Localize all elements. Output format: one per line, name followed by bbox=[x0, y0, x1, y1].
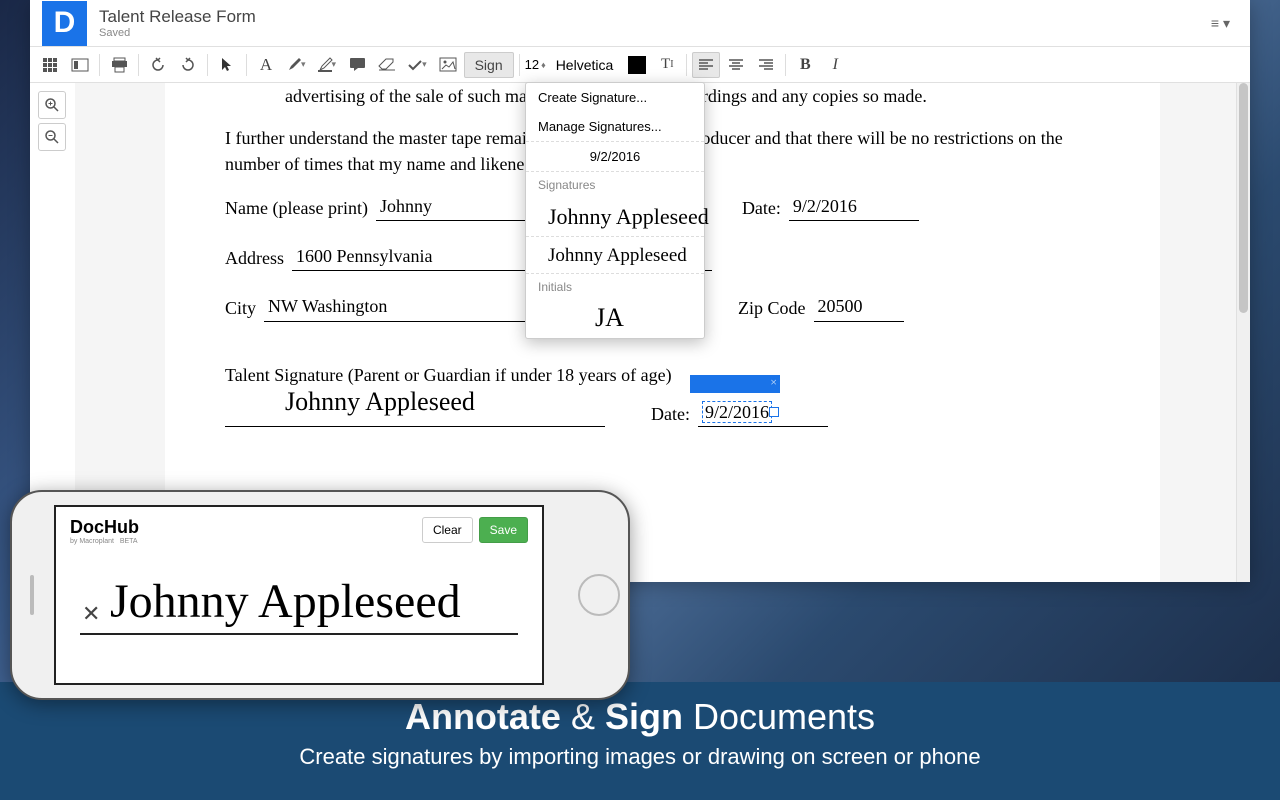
eraser-icon[interactable] bbox=[373, 52, 401, 78]
italic-icon[interactable]: I bbox=[821, 52, 849, 78]
vertical-scrollbar[interactable] bbox=[1236, 83, 1250, 582]
highlight-tool-icon[interactable] bbox=[313, 52, 342, 78]
print-icon[interactable] bbox=[105, 52, 133, 78]
signature-label: Talent Signature (Parent or Guardian if … bbox=[225, 362, 1100, 388]
pointer-icon[interactable] bbox=[213, 52, 241, 78]
separator bbox=[519, 54, 520, 76]
document-title[interactable]: Talent Release Form bbox=[99, 7, 1203, 27]
separator bbox=[246, 54, 247, 76]
checkmark-icon[interactable] bbox=[403, 52, 432, 78]
initials-option[interactable]: JA bbox=[526, 300, 704, 338]
bold-icon[interactable]: B bbox=[791, 52, 819, 78]
separator bbox=[785, 54, 786, 76]
signature-option-2[interactable]: Johnny Appleseed bbox=[526, 237, 704, 274]
banner-subtitle: Create signatures by importing images or… bbox=[0, 744, 1280, 770]
signature-x-mark: ✕ bbox=[82, 601, 100, 627]
banner-title: Annotate & Sign Documents bbox=[0, 696, 1280, 738]
phone-mockup: DocHub by Macroplant BETA Clear Save ✕ J… bbox=[10, 490, 630, 700]
separator bbox=[686, 54, 687, 76]
field-label: Address bbox=[225, 245, 284, 271]
text-tool-icon[interactable]: A bbox=[252, 52, 280, 78]
sign-button[interactable]: Sign bbox=[464, 52, 514, 78]
align-center-icon[interactable] bbox=[722, 52, 750, 78]
image-icon[interactable] bbox=[434, 52, 462, 78]
svg-text:Johnny Appleseed: Johnny Appleseed bbox=[285, 387, 475, 416]
text-style-icon[interactable]: TI bbox=[653, 52, 681, 78]
section-header: Initials bbox=[526, 274, 704, 300]
font-family-selector[interactable]: Helvetica bbox=[548, 57, 622, 73]
scroll-thumb[interactable] bbox=[1239, 83, 1248, 313]
home-button-icon[interactable] bbox=[578, 574, 620, 616]
grid-icon[interactable] bbox=[36, 52, 64, 78]
save-button[interactable]: Save bbox=[479, 517, 528, 543]
signature-pad[interactable]: ✕ Johnny Appleseed bbox=[70, 565, 528, 635]
date-field[interactable]: 9/2/2016 bbox=[789, 193, 919, 221]
field-label: City bbox=[225, 295, 256, 321]
app-logo[interactable]: D bbox=[42, 1, 87, 46]
sign-dropdown-menu: Create Signature... Manage Signatures...… bbox=[525, 82, 705, 339]
svg-text:JA: JA bbox=[595, 303, 624, 332]
date-input[interactable]: 9/2/2016 bbox=[702, 401, 772, 423]
comment-icon[interactable] bbox=[343, 52, 371, 78]
phone-screen: DocHub by Macroplant BETA Clear Save ✕ J… bbox=[54, 505, 544, 685]
manage-signatures-item[interactable]: Manage Signatures... bbox=[526, 112, 704, 141]
svg-text:Johnny Appleseed: Johnny Appleseed bbox=[548, 204, 709, 229]
draw-tool-icon[interactable] bbox=[282, 52, 311, 78]
signature-field[interactable]: Johnny Appleseed bbox=[225, 388, 605, 427]
resize-handle-icon[interactable] bbox=[769, 407, 779, 417]
title-area: Talent Release Form Saved bbox=[99, 7, 1203, 39]
align-right-icon[interactable] bbox=[752, 52, 780, 78]
clear-button[interactable]: Clear bbox=[422, 517, 473, 543]
zip-field[interactable]: 20500 bbox=[814, 293, 904, 321]
text-color-icon[interactable] bbox=[623, 52, 651, 78]
field-label: Name (please print) bbox=[225, 195, 368, 221]
zoom-out-icon[interactable] bbox=[38, 123, 66, 151]
field-label: Zip Code bbox=[738, 295, 806, 321]
zoom-in-icon[interactable] bbox=[38, 91, 66, 119]
create-signature-item[interactable]: Create Signature... bbox=[526, 83, 704, 112]
field-label: Date: bbox=[742, 195, 781, 221]
page-icon[interactable] bbox=[66, 52, 94, 78]
redo-icon[interactable] bbox=[174, 52, 202, 78]
svg-text:Johnny Appleseed: Johnny Appleseed bbox=[110, 575, 461, 628]
field-label: Date: bbox=[651, 401, 690, 427]
align-left-icon[interactable] bbox=[692, 52, 720, 78]
insert-date-item[interactable]: 9/2/2016 bbox=[526, 141, 704, 172]
save-status: Saved bbox=[99, 27, 1203, 39]
undo-icon[interactable] bbox=[144, 52, 172, 78]
separator bbox=[138, 54, 139, 76]
phone-app-logo: DocHub by Macroplant BETA bbox=[70, 517, 139, 545]
toolbar: A Sign 12♦ Helvetica TI B I bbox=[30, 47, 1250, 83]
hamburger-menu-icon[interactable]: ≡ ▾ bbox=[1203, 11, 1238, 36]
separator bbox=[207, 54, 208, 76]
separator bbox=[99, 54, 100, 76]
header-bar: D Talent Release Form Saved ≡ ▾ bbox=[30, 0, 1250, 47]
date-field-active[interactable]: 9/2/2016 bbox=[698, 399, 828, 427]
section-header: Signatures bbox=[526, 172, 704, 198]
font-size-selector[interactable]: 12♦ bbox=[525, 57, 546, 72]
svg-text:Johnny Appleseed: Johnny Appleseed bbox=[548, 245, 687, 266]
field-toolbar[interactable] bbox=[690, 375, 780, 393]
phone-speaker-icon bbox=[30, 575, 34, 615]
signature-option-1[interactable]: Johnny Appleseed bbox=[526, 198, 704, 237]
